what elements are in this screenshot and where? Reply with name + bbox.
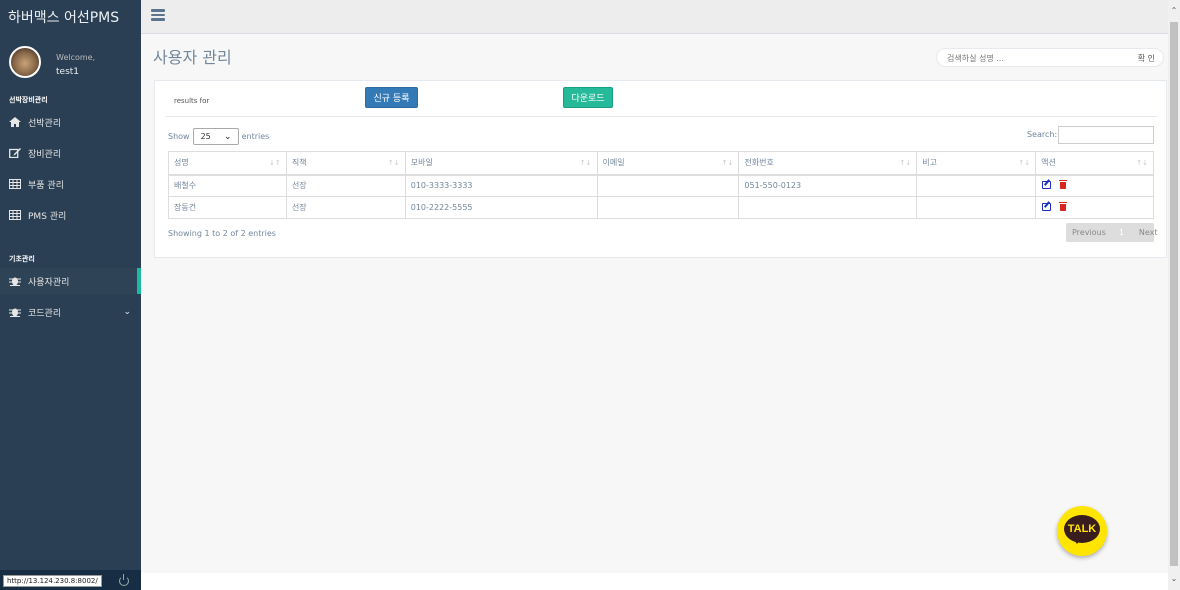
column-header-action[interactable]: 액션 ↑↓: [1035, 151, 1154, 176]
column-header-email[interactable]: 이메일 ↑↓: [596, 151, 740, 176]
sidebar-item-label: 장비관리: [28, 149, 62, 160]
column-header-mobile[interactable]: 모바일 ↑↓: [404, 151, 598, 176]
cell-email: [596, 196, 740, 219]
section-title-ship-equipment: 선박장비관리: [9, 96, 48, 104]
cell-name: 장동건: [168, 196, 287, 219]
cell-action: [1035, 196, 1154, 219]
menu-toggle-icon[interactable]: [151, 9, 165, 21]
user-table: 성명 ↓↑ 직책 ↑↓ 모바일 ↑↓ 이메일 ↑↓ 전화번호 ↑↓ 비고 ↑↓ 액션 ↑↓ 배…: [168, 151, 1154, 219]
table-search-input[interactable]: [1058, 126, 1154, 144]
divider: [166, 116, 1157, 117]
cell-mobile: 010-3333-3333: [404, 174, 598, 197]
section-title-basic: 기초관리: [9, 255, 35, 263]
cell-name: 배철수: [168, 174, 287, 197]
results-for-text: results for: [174, 97, 210, 105]
sidebar-item-equipment[interactable]: 장비관리: [0, 140, 141, 166]
home-icon: [9, 117, 21, 127]
sidebar-item-label: 사용자관리: [28, 277, 70, 288]
user-panel: results for 신규 등록 다운로드 Show 25 ⌄ entries…: [154, 80, 1167, 258]
page-title: 사용자 관리: [153, 48, 232, 67]
new-register-button[interactable]: 신규 등록: [365, 87, 418, 108]
table-info: Showing 1 to 2 of 2 entries: [168, 229, 276, 238]
sidebar-item-label: 선박관리: [28, 118, 62, 129]
sidebar-item-label: 코드관리: [28, 308, 62, 319]
cell-phone: [738, 196, 918, 219]
talk-label: TALK: [1067, 523, 1097, 535]
table-icon: [9, 179, 21, 189]
previous-page-button[interactable]: Previous: [1072, 228, 1106, 237]
sidebar-item-ship[interactable]: 선박관리: [0, 109, 141, 135]
kakao-talk-button[interactable]: TALK: [1057, 506, 1107, 556]
page-1-button[interactable]: 1: [1119, 228, 1124, 237]
scroll-thumb[interactable]: [1170, 22, 1178, 566]
sort-icon: ↑↓: [899, 159, 912, 167]
search-confirm-button[interactable]: 확 인: [1138, 53, 1155, 64]
sort-icon: ↑↓: [1136, 159, 1148, 167]
show-label: Show: [168, 132, 190, 141]
column-header-name[interactable]: 성명 ↓↑: [168, 151, 287, 176]
scroll-up-icon[interactable]: ⌃: [1168, 6, 1180, 18]
power-icon[interactable]: [119, 574, 129, 586]
avatar: [9, 46, 41, 78]
trash-icon[interactable]: [1059, 201, 1068, 211]
table-icon: [9, 210, 21, 220]
page-footer: [141, 573, 1168, 590]
chevron-down-icon: ⌄: [224, 132, 232, 142]
sidebar-item-parts[interactable]: 부품 관리: [0, 171, 141, 197]
sort-icon: ↑↓: [388, 159, 400, 167]
column-header-phone[interactable]: 전화번호 ↑↓: [738, 151, 918, 176]
name-search: 확 인: [936, 48, 1164, 67]
sort-asc-icon: ↓↑: [269, 159, 281, 167]
edit-icon: [9, 148, 21, 158]
cell-note: [916, 196, 1037, 219]
welcome-text: Welcome,: [56, 53, 96, 62]
sidebar-item-codes[interactable]: 코드관리 ⌄: [0, 299, 141, 325]
bug-icon: [9, 277, 21, 286]
sidebar-item-users[interactable]: 사용자관리: [0, 268, 141, 294]
cell-position: 선장: [285, 174, 406, 197]
cell-action: [1035, 174, 1154, 197]
sort-icon: ↑↓: [721, 159, 734, 167]
table-row: 장동건 선장 010-2222-5555: [168, 196, 1154, 219]
edit-icon[interactable]: [1042, 180, 1052, 189]
sidebar-item-label: 부품 관리: [28, 180, 64, 191]
entries-value: 25: [200, 132, 211, 141]
entries-label: entries: [241, 132, 270, 141]
sort-icon: ↑↓: [1018, 159, 1031, 167]
sidebar: 하버맥스 어선PMS Welcome, test1 선박장비관리 선박관리 장비…: [0, 0, 141, 590]
show-entries: Show 25 ⌄ entries: [168, 128, 269, 145]
profile: Welcome, test1: [0, 44, 141, 84]
table-search-label: Search:: [1027, 130, 1058, 139]
chevron-down-icon: ⌄: [123, 307, 131, 317]
cell-note: [916, 174, 1037, 197]
entries-select[interactable]: 25 ⌄: [192, 128, 239, 145]
top-nav: [141, 0, 1168, 34]
column-header-position[interactable]: 직책 ↑↓: [285, 151, 406, 176]
name-search-input[interactable]: [947, 51, 1127, 65]
cell-position: 선장: [285, 196, 406, 219]
cell-phone: 051-550-0123: [738, 174, 918, 197]
bug-icon: [9, 308, 21, 317]
pagination: Previous 1 Next: [1066, 223, 1158, 242]
edit-icon[interactable]: [1042, 202, 1052, 211]
table-header-row: 성명 ↓↑ 직책 ↑↓ 모바일 ↑↓ 이메일 ↑↓ 전화번호 ↑↓ 비고 ↑↓ 액션 ↑↓: [168, 151, 1154, 176]
download-button[interactable]: 다운로드: [563, 87, 613, 108]
next-page-button[interactable]: Next: [1139, 228, 1158, 237]
status-url: http://13.124.230.8:8002/: [3, 575, 102, 587]
scroll-down-icon[interactable]: ⌄: [1168, 574, 1180, 586]
sidebar-item-label: PMS 관리: [28, 211, 67, 222]
brand-title[interactable]: 하버맥스 어선PMS: [0, 0, 141, 34]
username: test1: [56, 67, 80, 77]
column-header-note[interactable]: 비고 ↑↓: [916, 151, 1037, 176]
sidebar-item-pms[interactable]: PMS 관리: [0, 202, 141, 228]
trash-icon[interactable]: [1059, 179, 1068, 189]
cell-mobile: 010-2222-5555: [404, 196, 598, 219]
scrollbar[interactable]: ⌃ ⌄: [1168, 0, 1180, 590]
cell-email: [596, 174, 740, 197]
table-row: 배철수 선장 010-3333-3333 051-550-0123: [168, 174, 1154, 197]
sort-icon: ↑↓: [579, 159, 592, 167]
